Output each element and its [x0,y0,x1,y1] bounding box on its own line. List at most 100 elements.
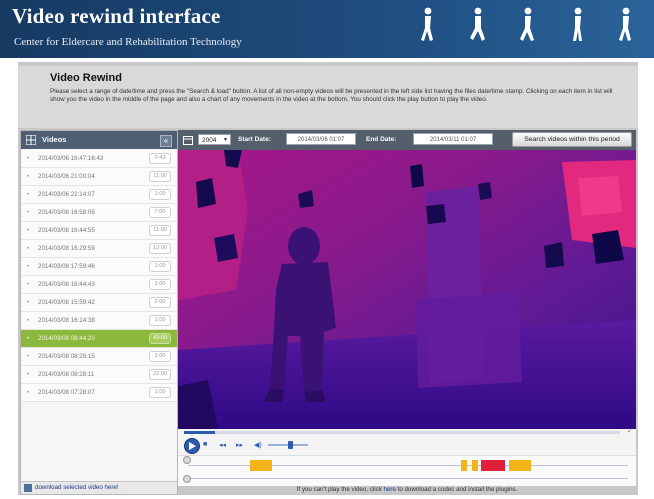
video-list-header: Videos « [21,131,177,149]
video-list-item[interactable]: • 2014/03/08 16:58:06 7:00 [21,204,177,222]
video-list-item[interactable]: • 2014/03/08 16:44:43 1:00 [21,276,177,294]
video-duration-badge: 2:00 [149,297,171,308]
bullet-icon: • [27,228,30,234]
volume-slider[interactable] [268,441,308,449]
content-frame: Video Rewind Please select a range of da… [18,62,638,495]
video-list-item[interactable]: • 2014/03/08 08:28:15 1:00 [21,348,177,366]
bullet-icon: • [27,174,30,180]
fullscreen-icon[interactable]: ⤢ [628,428,633,435]
video-list-item[interactable]: • 2014/03/08 16:44:55 11:00 [21,222,177,240]
end-date-input[interactable]: 2014/03/11 01:07 [413,133,493,145]
video-list-panel: Videos « • 2014/03/06 16:47:16:43 0:43 • 201… [20,130,178,495]
movement-block [480,460,505,471]
bullet-icon: • [27,156,30,162]
stop-icon[interactable]: ■ [203,441,207,448]
timeline-scrub-handle[interactable] [183,475,191,483]
start-date-input[interactable]: 2014/03/06 01:07 [286,133,356,145]
walking-person-icon [468,6,488,46]
video-timestamp: 2014/03/06 16:47:16:43 [38,155,104,162]
video-timestamp: 2014/03/08 08:28:15 [38,353,95,360]
bullet-icon: • [27,390,30,396]
walking-person-icon [418,6,438,46]
movement-chart [178,455,636,486]
download-link[interactable]: download selected video here! [21,481,177,494]
video-list-item[interactable]: • 2014/03/06 22:14:07 1:00 [21,186,177,204]
bullet-icon: • [27,318,30,324]
volume-icon[interactable]: ◀) [254,441,262,449]
video-list-item[interactable]: • 2014/03/08 07:28:07 1:00 [21,384,177,402]
app-subtitle: Center for Eldercare and Rehabilitation … [14,36,242,48]
app-title: Video rewind interface [12,4,221,28]
movement-block [460,460,468,471]
rewind-icon[interactable]: ◂◂ [219,441,226,449]
movement-block [509,460,532,471]
download-icon [24,484,32,492]
bullet-icon: • [27,372,30,378]
intro-panel: Video Rewind Please select a range of da… [18,66,638,128]
grid-icon [26,135,36,145]
depth-video-frame [178,150,636,429]
video-duration-badge: 1:00 [149,387,171,398]
bullet-icon: • [27,336,30,342]
video-timestamp: 2014/03/08 07:28:07 [38,389,95,396]
timeline-marker[interactable] [183,456,191,464]
video-progress-bar[interactable] [184,431,620,434]
video-duration-badge: 11:00 [149,171,171,182]
walking-person-icon [518,6,538,46]
year-select-value: 2004 [202,137,217,144]
video-progress-fill [184,431,215,434]
timeline-scrub-line [188,478,628,479]
video-player-screen[interactable] [178,150,636,429]
codec-help-link[interactable]: here [384,486,396,493]
play-button[interactable] [184,438,200,454]
video-list-item[interactable]: • 2014/03/06 16:47:16:43 0:43 [21,150,177,168]
search-toolbar: 2004 ▼ Start Date: 2014/03/06 01:07 End … [178,130,636,150]
app-header: Video rewind interface Center for Elderc… [0,0,654,58]
video-timestamp: 2014/03/08 16:44:55 [38,227,95,234]
page-title: Video Rewind [50,72,122,84]
bullet-icon: • [27,246,30,252]
video-timestamp: 2014/03/08 15:59:42 [38,299,95,306]
play-icon [189,442,196,450]
video-timestamp: 2014/03/08 16:44:43 [38,281,95,288]
video-timestamp: 2014/03/08 16:58:06 [38,209,95,216]
walking-figures-banner [418,6,642,46]
year-select[interactable]: 2004 ▼ [198,134,231,145]
codec-help-note: If you can't play the video, click here … [178,485,636,495]
video-duration-badge: 13:00 [149,243,171,254]
codec-help-text-end: to download a codec and install the plug… [395,486,518,493]
video-duration-badge: 1:00 [149,351,171,362]
search-videos-button[interactable]: Search videos within this period [512,132,632,147]
video-timestamp: 2014/03/06 22:14:07 [38,191,95,198]
video-list: • 2014/03/06 16:47:16:43 0:43 • 2014/03/06 2… [21,150,177,402]
volume-slider-handle[interactable] [288,441,293,449]
chevron-left-icon: « [163,136,169,145]
video-timestamp: 2014/03/08 17:59:46 [38,263,95,270]
bullet-icon: • [27,264,30,270]
video-list-item[interactable]: • 2014/03/08 17:59:46 1:00 [21,258,177,276]
video-list-title: Videos [42,135,67,144]
video-timestamp: 2014/03/06 21:00:04 [38,173,95,180]
bullet-icon: • [27,210,30,216]
video-timestamp: 2014/03/08 16:14:38 [38,317,95,324]
video-list-item[interactable]: • 2014/03/08 15:59:42 2:00 [21,294,177,312]
video-duration-badge: 1:00 [149,315,171,326]
video-list-item[interactable]: • 2014/03/08 16:29:59 13:00 [21,240,177,258]
video-duration-badge: 22:00 [149,369,171,380]
video-timestamp: 2014/03/08 08:44:20 [38,335,95,342]
video-list-item[interactable]: • 2014/03/06 21:00:04 11:00 [21,168,177,186]
calendar-icon [183,136,193,145]
movement-block [249,460,272,471]
video-list-item[interactable]: • 2014/03/08 08:44:20 43:00 [21,330,177,348]
forward-icon[interactable]: ▸▸ [236,441,243,449]
video-list-item[interactable]: • 2014/03/08 16:14:38 1:00 [21,312,177,330]
video-duration-badge: 1:00 [149,279,171,290]
collapse-panel-button[interactable]: « [160,135,172,147]
walking-person-icon [616,6,636,46]
video-timestamp: 2014/03/08 16:29:59 [38,245,95,252]
video-duration-badge: 1:00 [149,189,171,200]
video-list-item[interactable]: • 2014/03/08 08:28:11 22:00 [21,366,177,384]
bullet-icon: • [27,300,30,306]
end-date-label: End Date: [366,136,397,143]
video-duration-badge: 43:00 [149,333,171,344]
